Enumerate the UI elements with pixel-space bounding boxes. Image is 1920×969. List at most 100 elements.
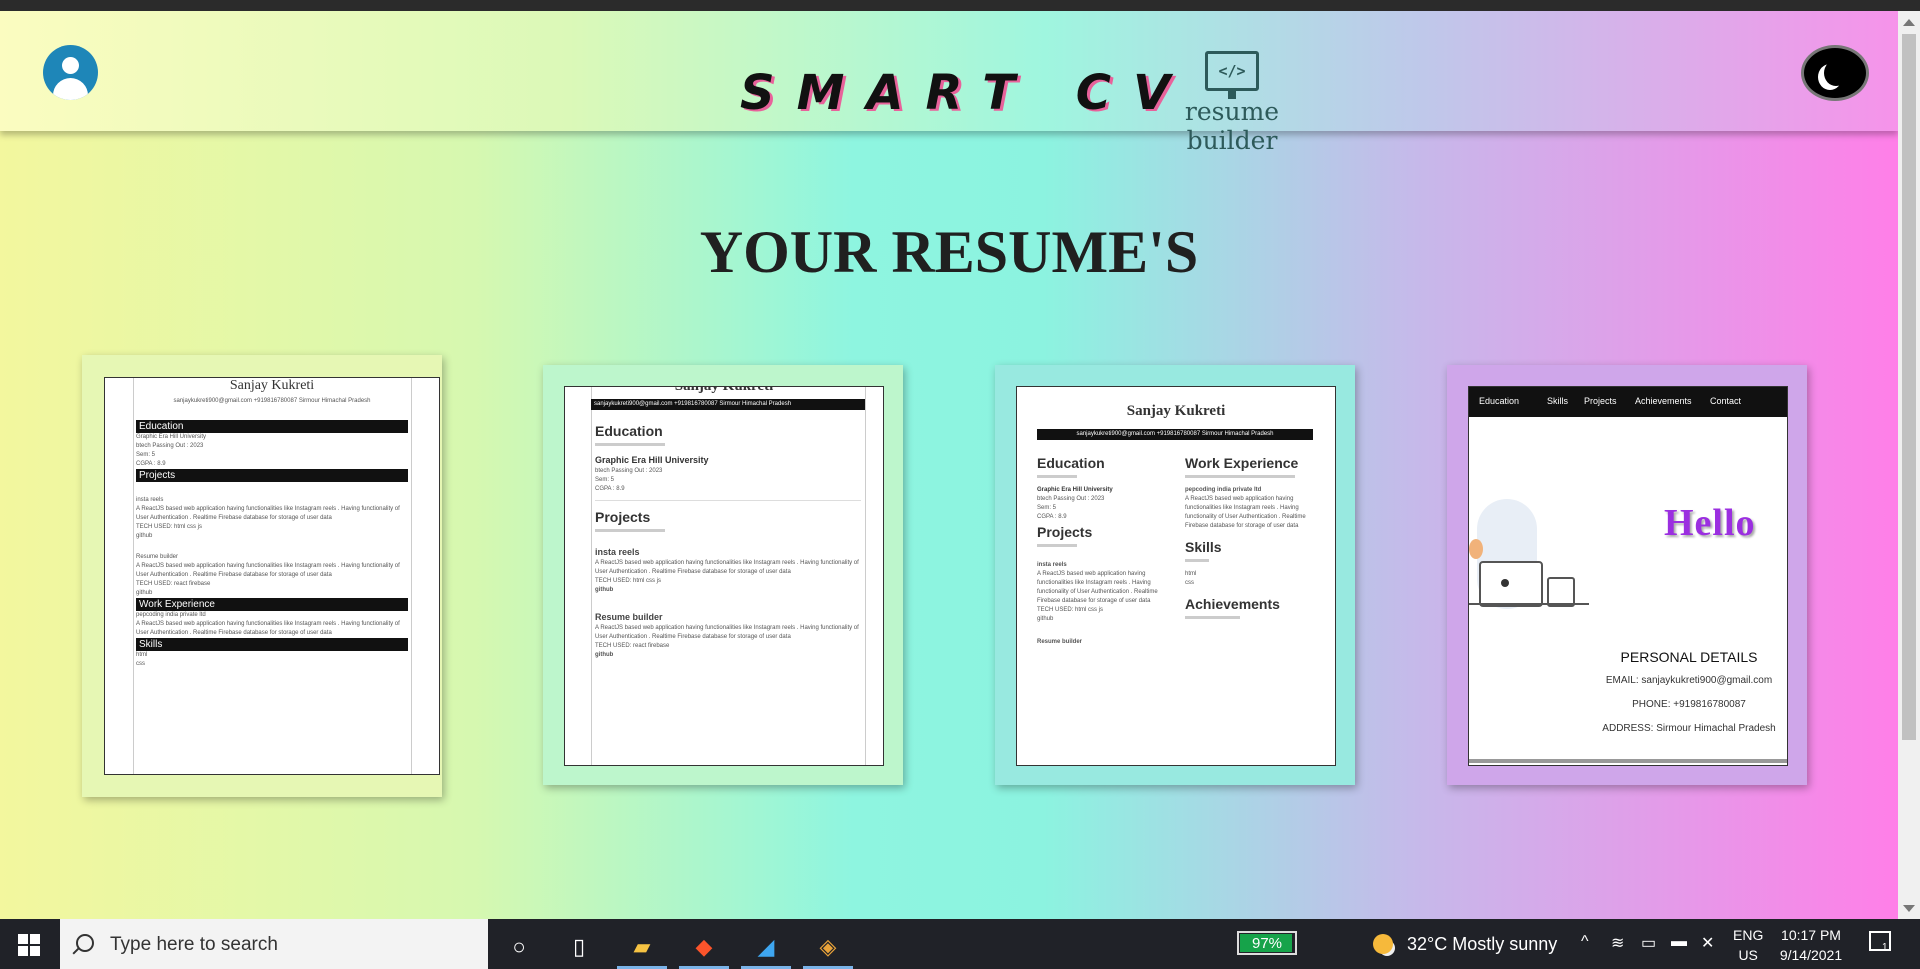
notification-icon[interactable]: 1 [1869,931,1891,953]
scroll-thumb[interactable] [1902,34,1916,740]
thumb-right-margin [411,378,439,774]
personal-email: EMAIL: sanjaykukreti900@gmail.com [1605,675,1773,686]
project-title: insta reels [1037,562,1067,568]
edu-sem: Sem: 5 [595,477,615,483]
project-title: Resume builder [136,554,179,560]
skill-item: html [1185,571,1197,577]
weather-text[interactable]: 32°C Mostly sunny [1407,934,1557,955]
battery-icon[interactable]: ▬ [1671,933,1687,951]
edu-sem: Sem: 5 [1037,505,1057,511]
section-rule [1037,475,1077,478]
section-education: Education [1037,455,1105,471]
meet-now-icon[interactable]: ▭ [1641,933,1656,953]
resume-card-4[interactable]: Education Skills Projects Achievements C… [1447,365,1807,785]
laptop-icon [1479,561,1543,607]
brave-browser-icon[interactable]: ◆ [679,927,729,969]
edu-cgpa: CGPA : 8.9 [136,461,166,467]
nav-contact: Contact [1710,396,1742,406]
person-head [1469,539,1483,559]
project-desc: A ReactJS based web application having f… [136,563,400,578]
project-title: insta reels [136,497,164,503]
scroll-down-arrow-icon[interactable] [1903,905,1915,912]
resume-card-3[interactable]: Sanjay Kukreti sanjaykukreti900@gmail.co… [995,365,1355,785]
resume-card-1[interactable]: Sanjay Kukreti sanjaykukreti900@gmail.co… [82,355,442,797]
section-rule [1185,559,1209,562]
project-desc: A ReactJS based web application having f… [595,560,859,575]
project-title: Resume builder [595,612,663,622]
thumb-right-margin [865,387,883,765]
clock[interactable]: 10:17 PM 9/14/2021 [1771,925,1851,965]
thumb-left-margin [105,378,134,774]
section-skills: Skills [1185,539,1222,555]
section-projects: Projects [595,509,651,525]
user-avatar-button[interactable] [43,45,98,100]
work-company: pepcoding india private ltd [136,612,206,618]
project-link: github [595,587,614,593]
project-title: insta reels [595,547,640,557]
scroll-up-arrow-icon[interactable] [1903,19,1915,26]
windows-start-icon[interactable] [18,934,40,956]
resume-thumbnail: Sanjay Kukreti sanjaykukreti900@gmail.co… [104,377,440,775]
git-icon[interactable]: ◈ [803,927,853,969]
resume-thumbnail: Sanjay Kukreti sanjaykukreti900@gmail.co… [564,386,884,766]
section-rule [595,529,665,532]
dark-mode-toggle[interactable] [1801,45,1869,101]
section-work: Work Experience [136,598,408,611]
logo-subtitle: resume builder [1184,97,1280,155]
chevron-up-icon[interactable]: ^ [1581,933,1589,951]
search-placeholder: Type here to search [110,934,278,955]
resume-thumbnail: Sanjay Kukreti sanjaykukreti900@gmail.co… [1016,386,1336,766]
speaker-muted-icon[interactable]: ✕ [1701,933,1714,953]
battery-indicator[interactable]: 97% [1237,931,1297,955]
resume-name: Sanjay Kukreti [1126,403,1226,419]
project-desc: A ReactJS based web application having f… [1037,571,1158,604]
region-code: US [1738,947,1758,963]
project-link: github [595,652,614,658]
project-tech: TECH USED: html css js [595,578,662,584]
project-tech: TECH USED: react firebase [595,643,670,649]
clock-date: 9/14/2021 [1779,947,1843,963]
header: SMART CV </> resume builder [0,11,1898,155]
project-tech: TECH USED: html css js [136,524,203,530]
edu-university: Graphic Era Hill University [595,455,709,465]
project-link: github [1037,616,1054,622]
section-skills: Skills [136,638,408,651]
hello-heading: Hello [1664,502,1756,544]
section-achievements: Achievements [1185,596,1280,612]
edu-passing: btech Passing Out : 2023 [136,443,204,449]
project-link: github [136,533,153,539]
nav-skills: Skills [1547,396,1569,406]
language-indicator[interactable]: ENG US [1733,925,1763,965]
developer-illustration [1469,499,1599,609]
page-scrollbar[interactable] [1898,11,1920,919]
battery-percent: 97% [1251,935,1283,952]
project-title: Resume builder [1037,639,1083,645]
edu-passing: btech Passing Out : 2023 [595,468,663,474]
nav-projects: Projects [1584,396,1617,406]
wifi-icon[interactable]: ≋ [1611,933,1624,953]
resume-name: Sanjay Kukreti [674,386,774,394]
edu-cgpa: CGPA : 8.9 [1037,514,1067,520]
personal-phone: PHONE: +919816780087 [1632,699,1746,710]
taskbar-search-box[interactable]: Type here to search [60,919,488,969]
resume-contact: sanjaykukreti900@gmail.com +919816780087… [1037,429,1313,440]
code-monitor-icon: </> [1205,51,1259,91]
edu-cgpa: CGPA : 8.9 [595,486,625,492]
weather-sun-icon[interactable] [1373,934,1393,954]
notification-count: 1 [1882,942,1888,953]
project-desc: A ReactJS based web application having f… [136,506,400,521]
file-explorer-icon[interactable]: ▰ [617,927,667,969]
section-work: Work Experience [1185,455,1299,471]
section-projects: Projects [136,469,408,482]
moon-icon [1824,60,1848,86]
task-view-icon[interactable]: ▯ [554,927,604,967]
vscode-icon[interactable]: ◢ [741,927,791,969]
skill-item: html [136,652,148,658]
cortana-icon[interactable]: ○ [494,927,544,967]
work-company: pepcoding india private ltd [1185,487,1262,493]
logo: </> resume builder [1147,51,1317,155]
taskbar: Type here to search ○ ▯ ▰ ◆ ◢ ◈ 97% 32°C… [0,919,1920,969]
edu-sem: Sem: 5 [136,452,156,458]
divider [595,500,861,501]
resume-card-2[interactable]: Sanjay Kukreti sanjaykukreti900@gmail.co… [543,365,903,785]
